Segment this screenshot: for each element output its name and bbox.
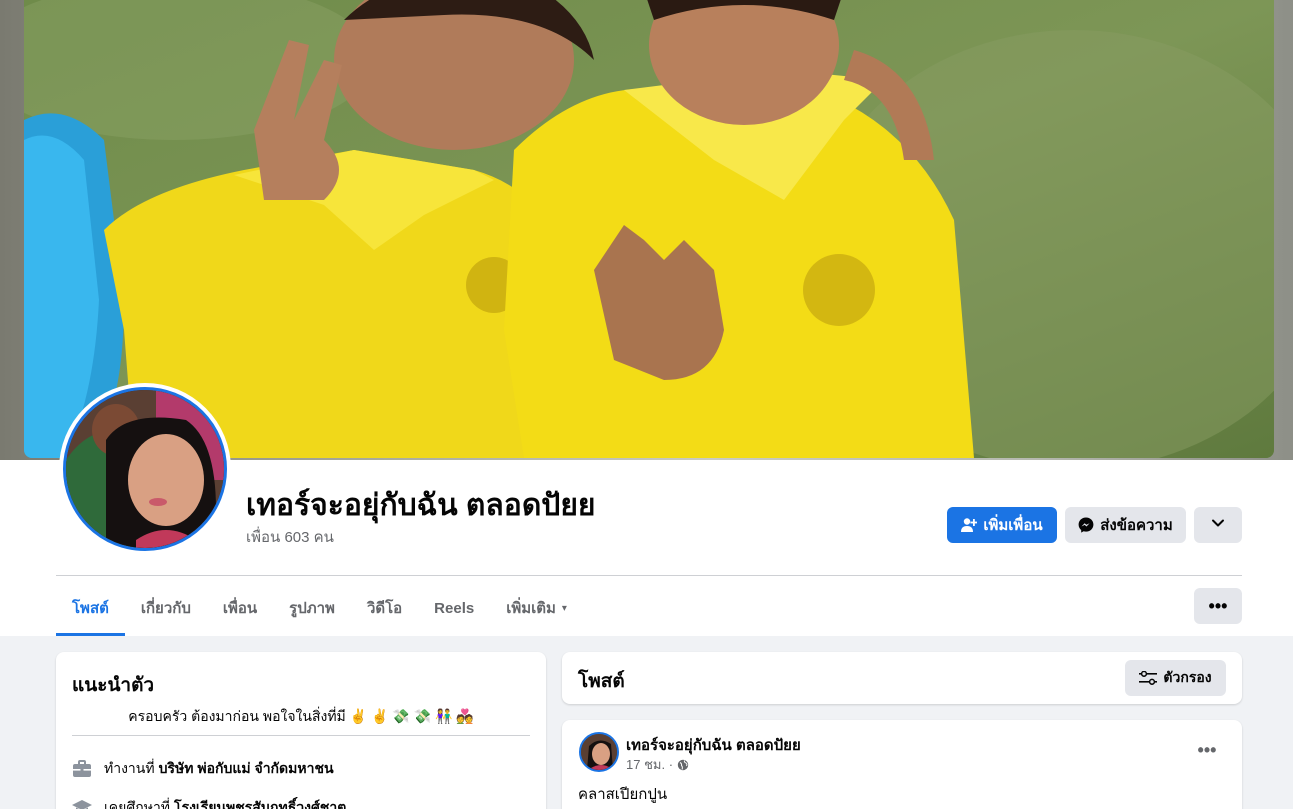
intro-bio: ครอบครัว ต้องมาก่อน พอใจในสิ่งที่มี ✌️ ✌… xyxy=(128,708,474,724)
tab-label: เพื่อน xyxy=(222,600,258,617)
profile-photo xyxy=(63,387,227,551)
tab-label: วิดีโอ xyxy=(366,600,403,617)
cover-photo[interactable] xyxy=(24,0,1274,458)
tab-label: รูปภาพ xyxy=(289,600,335,617)
tab-posts[interactable]: โพสต์ xyxy=(56,580,125,636)
intro-work-row: ทำงานที่ บริษัท พ่อกับแม่ จำกัดมหาชน xyxy=(72,758,334,780)
add-friend-button[interactable]: เพิ่มเพื่อน xyxy=(947,507,1057,543)
globe-icon[interactable] xyxy=(677,759,689,771)
profile-name: เทอร์จะอยุ่กับฉัน ตลอดปัยย xyxy=(246,489,596,522)
post-author-avatar[interactable] xyxy=(579,732,619,772)
header-divider xyxy=(56,575,1242,576)
intro-divider xyxy=(72,735,530,736)
graduation-cap-icon xyxy=(72,798,92,809)
tab-more[interactable]: เพิ่มเติม ▾ xyxy=(490,580,583,636)
tab-reels[interactable]: Reels xyxy=(418,580,490,636)
posts-header-card: โพสต์ ตัวกรอง xyxy=(562,652,1242,704)
tab-friends[interactable]: เพื่อน xyxy=(207,580,273,636)
tab-label: โพสต์ xyxy=(72,600,109,617)
tab-label: Reels xyxy=(434,599,475,617)
tab-about[interactable]: เกี่ยวกับ xyxy=(125,580,207,636)
post-card: เทอร์จะอยุ่กับฉัน ตลอดปัยย 17 ชม. · ••• … xyxy=(562,720,1242,809)
posts-title: โพสต์ xyxy=(578,671,625,692)
add-friend-icon xyxy=(961,517,978,533)
filter-label: ตัวกรอง xyxy=(1163,669,1212,685)
post-more-button[interactable]: ••• xyxy=(1192,738,1222,762)
intro-card: แนะนำตัว ครอบครัว ต้องมาก่อน พอใจในสิ่งท… xyxy=(56,652,546,809)
more-dots-icon: ••• xyxy=(1208,595,1228,616)
message-label: ส่งข้อความ xyxy=(1100,517,1173,534)
profile-avatar[interactable] xyxy=(59,383,231,555)
caret-down-icon: ▾ xyxy=(561,602,567,614)
post-meta: 17 ชม. · xyxy=(626,754,689,775)
briefcase-icon xyxy=(72,759,92,779)
work-prefix: ทำงานที่ xyxy=(104,760,155,776)
filter-sliders-icon xyxy=(1139,671,1158,685)
post-text: คลาสเปียกปูน xyxy=(578,786,668,803)
intro-title: แนะนำตัว xyxy=(72,675,155,696)
messenger-icon xyxy=(1078,517,1094,533)
profile-tabs: โพสต์ เกี่ยวกับ เพื่อน รูปภาพ วิดีโอ Ree… xyxy=(56,580,583,636)
tab-label: เพิ่มเติม xyxy=(506,600,556,617)
tab-photos[interactable]: รูปภาพ xyxy=(273,580,351,636)
intro-education-row: เคยศึกษาที่ โรงเรียนพชรสัมฤทธิ์วงศ์ชาตุ xyxy=(72,797,346,809)
message-button[interactable]: ส่งข้อความ xyxy=(1065,507,1186,543)
friends-count[interactable]: เพื่อน 603 คน xyxy=(246,525,334,549)
post-time[interactable]: 17 ชม. · xyxy=(626,754,673,775)
education-prefix: เคยศึกษาที่ xyxy=(104,799,171,809)
filter-button[interactable]: ตัวกรอง xyxy=(1125,660,1226,696)
work-value[interactable]: บริษัท พ่อกับแม่ จำกัดมหาชน xyxy=(159,758,334,780)
chevron-down-icon xyxy=(1211,516,1225,534)
tab-label: เกี่ยวกับ xyxy=(140,600,191,617)
tab-videos[interactable]: วิดีโอ xyxy=(351,580,418,636)
profile-more-button[interactable] xyxy=(1194,507,1242,543)
add-friend-label: เพิ่มเพื่อน xyxy=(983,517,1043,534)
tabs-more-button[interactable]: ••• xyxy=(1194,588,1242,624)
education-value[interactable]: โรงเรียนพชรสัมฤทธิ์วงศ์ชาตุ xyxy=(174,797,346,809)
